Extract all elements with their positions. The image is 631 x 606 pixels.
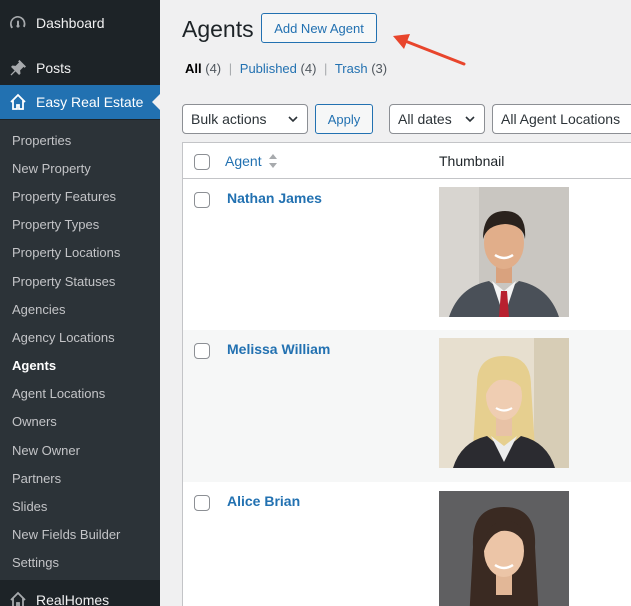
filter-all-count: (4) [205, 61, 222, 76]
dashboard-icon [0, 13, 36, 33]
row-checkbox[interactable] [194, 495, 210, 511]
table-row: Melissa William [183, 330, 631, 482]
menu-posts[interactable]: Posts [0, 51, 160, 85]
add-new-agent-button[interactable]: Add New Agent [261, 13, 377, 43]
chevron-down-icon [288, 116, 298, 123]
submenu-item-agents[interactable]: Agents [12, 358, 56, 373]
agent-thumbnail[interactable] [439, 491, 569, 606]
menu-easy-real-estate[interactable]: Easy Real Estate [0, 85, 160, 119]
filter-trash[interactable]: Trash [335, 61, 368, 76]
bulk-actions-value: Bulk actions [191, 111, 267, 127]
submenu-item-new-owner[interactable]: New Owner [12, 443, 80, 458]
status-filter-links: All (4) | Published (4) | Trash (3) [185, 61, 387, 76]
table-header: Agent Thumbnail [183, 143, 631, 179]
filter-trash-count: (3) [371, 61, 388, 76]
pushpin-icon [0, 58, 36, 78]
bulk-actions-select[interactable]: Bulk actions [182, 104, 308, 134]
select-all-checkbox[interactable] [194, 154, 210, 170]
agent-photo [439, 338, 569, 468]
filter-published-count: (4) [300, 61, 317, 76]
row-checkbox[interactable] [194, 343, 210, 359]
agent-name-link[interactable]: Melissa William [227, 341, 330, 357]
separator: | [228, 61, 233, 76]
submenu-item-agencies[interactable]: Agencies [12, 302, 65, 317]
menu-label: Posts [36, 60, 72, 76]
menu-dashboard[interactable]: Dashboard [0, 6, 160, 40]
admin-sidebar: Dashboard Posts Easy Real Estate Propert… [0, 0, 160, 606]
submenu-item-property-types[interactable]: Property Types [12, 217, 99, 232]
submenu-item-agent-locations[interactable]: Agent Locations [12, 386, 105, 401]
submenu-item-settings[interactable]: Settings [12, 555, 59, 570]
agent-locations-filter-select[interactable]: All Agent Locations [492, 104, 631, 134]
agent-photo [439, 187, 569, 317]
dates-filter-value: All dates [398, 111, 452, 127]
submenu-item-property-statuses[interactable]: Property Statuses [12, 274, 115, 289]
filter-all[interactable]: All [185, 61, 202, 76]
agent-name-link[interactable]: Alice Brian [227, 493, 300, 509]
submenu-item-properties[interactable]: Properties [12, 133, 71, 148]
submenu: Properties New Property Property Feature… [0, 120, 160, 580]
page-title: Agents [182, 16, 254, 42]
menu-label: RealHomes [36, 592, 110, 606]
submenu-item-agency-locations[interactable]: Agency Locations [12, 330, 115, 345]
agent-name-link[interactable]: Nathan James [227, 190, 322, 206]
sort-arrows-icon[interactable] [268, 153, 278, 169]
house-icon [0, 92, 36, 112]
house-icon [0, 590, 36, 606]
agents-table: Agent Thumbnail Nathan James Melissa Wil… [182, 142, 631, 606]
column-header-thumbnail: Thumbnail [439, 153, 505, 169]
menu-label: Dashboard [36, 15, 105, 31]
submenu-item-slides[interactable]: Slides [12, 499, 47, 514]
agent-thumbnail[interactable] [439, 338, 569, 468]
apply-button[interactable]: Apply [315, 104, 373, 134]
menu-realhomes[interactable]: RealHomes [0, 583, 160, 606]
menu-label: Easy Real Estate [36, 94, 144, 110]
table-row: Nathan James [183, 179, 631, 330]
submenu-item-owners[interactable]: Owners [12, 414, 57, 429]
filter-published[interactable]: Published [240, 61, 297, 76]
row-checkbox[interactable] [194, 192, 210, 208]
submenu-item-property-locations[interactable]: Property Locations [12, 245, 120, 260]
submenu-item-new-property[interactable]: New Property [12, 161, 91, 176]
agent-locations-filter-value: All Agent Locations [501, 111, 621, 127]
current-menu-notch [152, 94, 160, 110]
annotation-arrow-icon [393, 34, 466, 66]
table-row: Alice Brian [183, 482, 631, 606]
dates-filter-select[interactable]: All dates [389, 104, 485, 134]
chevron-down-icon [465, 116, 475, 123]
submenu-item-partners[interactable]: Partners [12, 471, 61, 486]
column-header-agent[interactable]: Agent [225, 153, 262, 169]
submenu-item-property-features[interactable]: Property Features [12, 189, 116, 204]
main-content: Agents Add New Agent All (4) | Published… [160, 0, 631, 606]
separator: | [324, 61, 328, 76]
agent-thumbnail[interactable] [439, 187, 569, 317]
submenu-item-new-fields-builder[interactable]: New Fields Builder [12, 527, 120, 542]
agent-photo [439, 491, 569, 606]
